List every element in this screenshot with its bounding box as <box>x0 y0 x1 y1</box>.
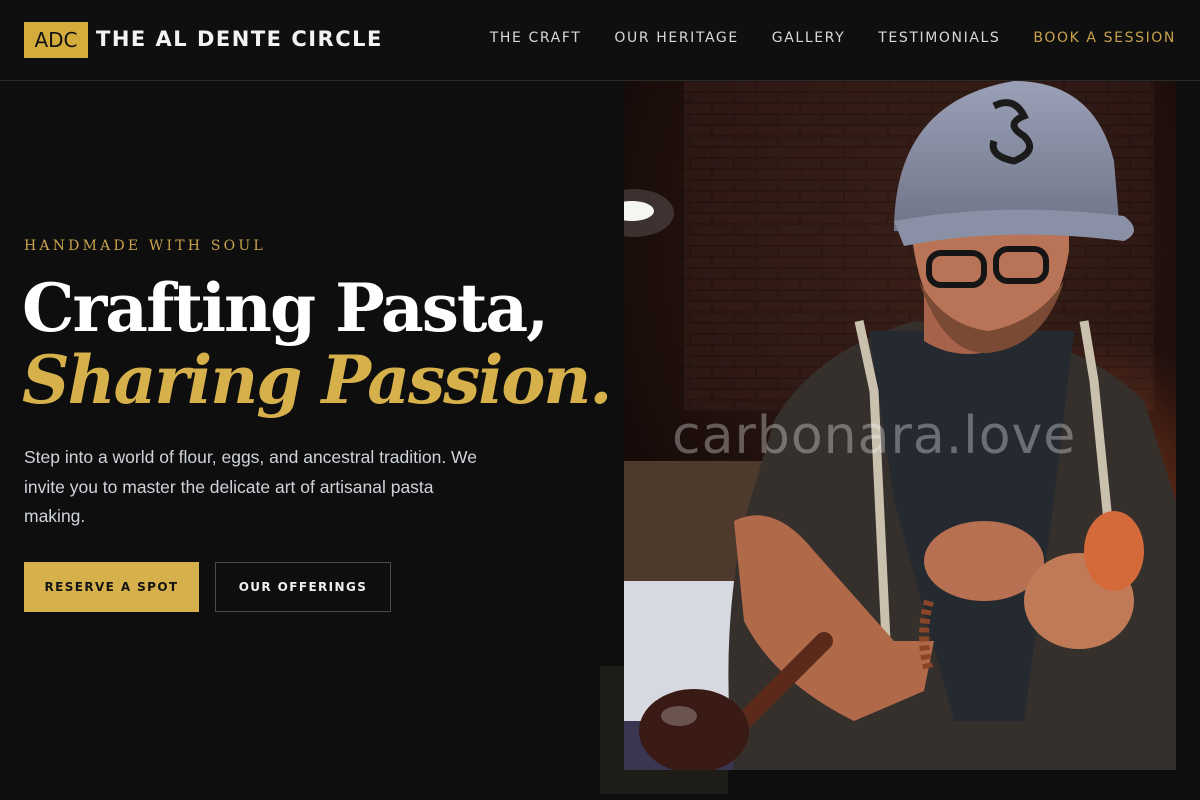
logo-badge[interactable]: ADC <box>24 22 88 58</box>
hero-eyebrow: HANDMADE WITH SOUL <box>24 238 266 254</box>
hero-lead-text: Step into a world of flour, eggs, and an… <box>24 447 477 526</box>
nav-item-testimonials[interactable]: TESTIMONIALS <box>878 30 1000 46</box>
nav-item-our-heritage[interactable]: OUR HERITAGE <box>614 30 738 46</box>
headline-line-1: Crafting Pasta, <box>22 269 549 347</box>
image-watermark: carbonara.love <box>672 406 1077 466</box>
headline-line-2: Sharing Passion. <box>22 341 612 419</box>
site-header: ADC THE AL DENTE CIRCLE THE CRAFT OUR HE… <box>0 0 1200 81</box>
brand-name[interactable]: THE AL DENTE CIRCLE <box>96 27 383 51</box>
nav-item-gallery[interactable]: GALLERY <box>772 30 845 46</box>
hero-headline: Crafting Pasta, Sharing Passion. <box>22 269 612 419</box>
reserve-a-spot-button[interactable]: RESERVE A SPOT <box>24 562 199 612</box>
nav-item-the-craft[interactable]: THE CRAFT <box>490 30 582 46</box>
nav-item-book-a-session[interactable]: BOOK A SESSION <box>1033 30 1176 46</box>
main-nav: THE CRAFT OUR HERITAGE GALLERY TESTIMONI… <box>490 30 1176 46</box>
our-offerings-button[interactable]: OUR OFFERINGS <box>215 562 391 612</box>
